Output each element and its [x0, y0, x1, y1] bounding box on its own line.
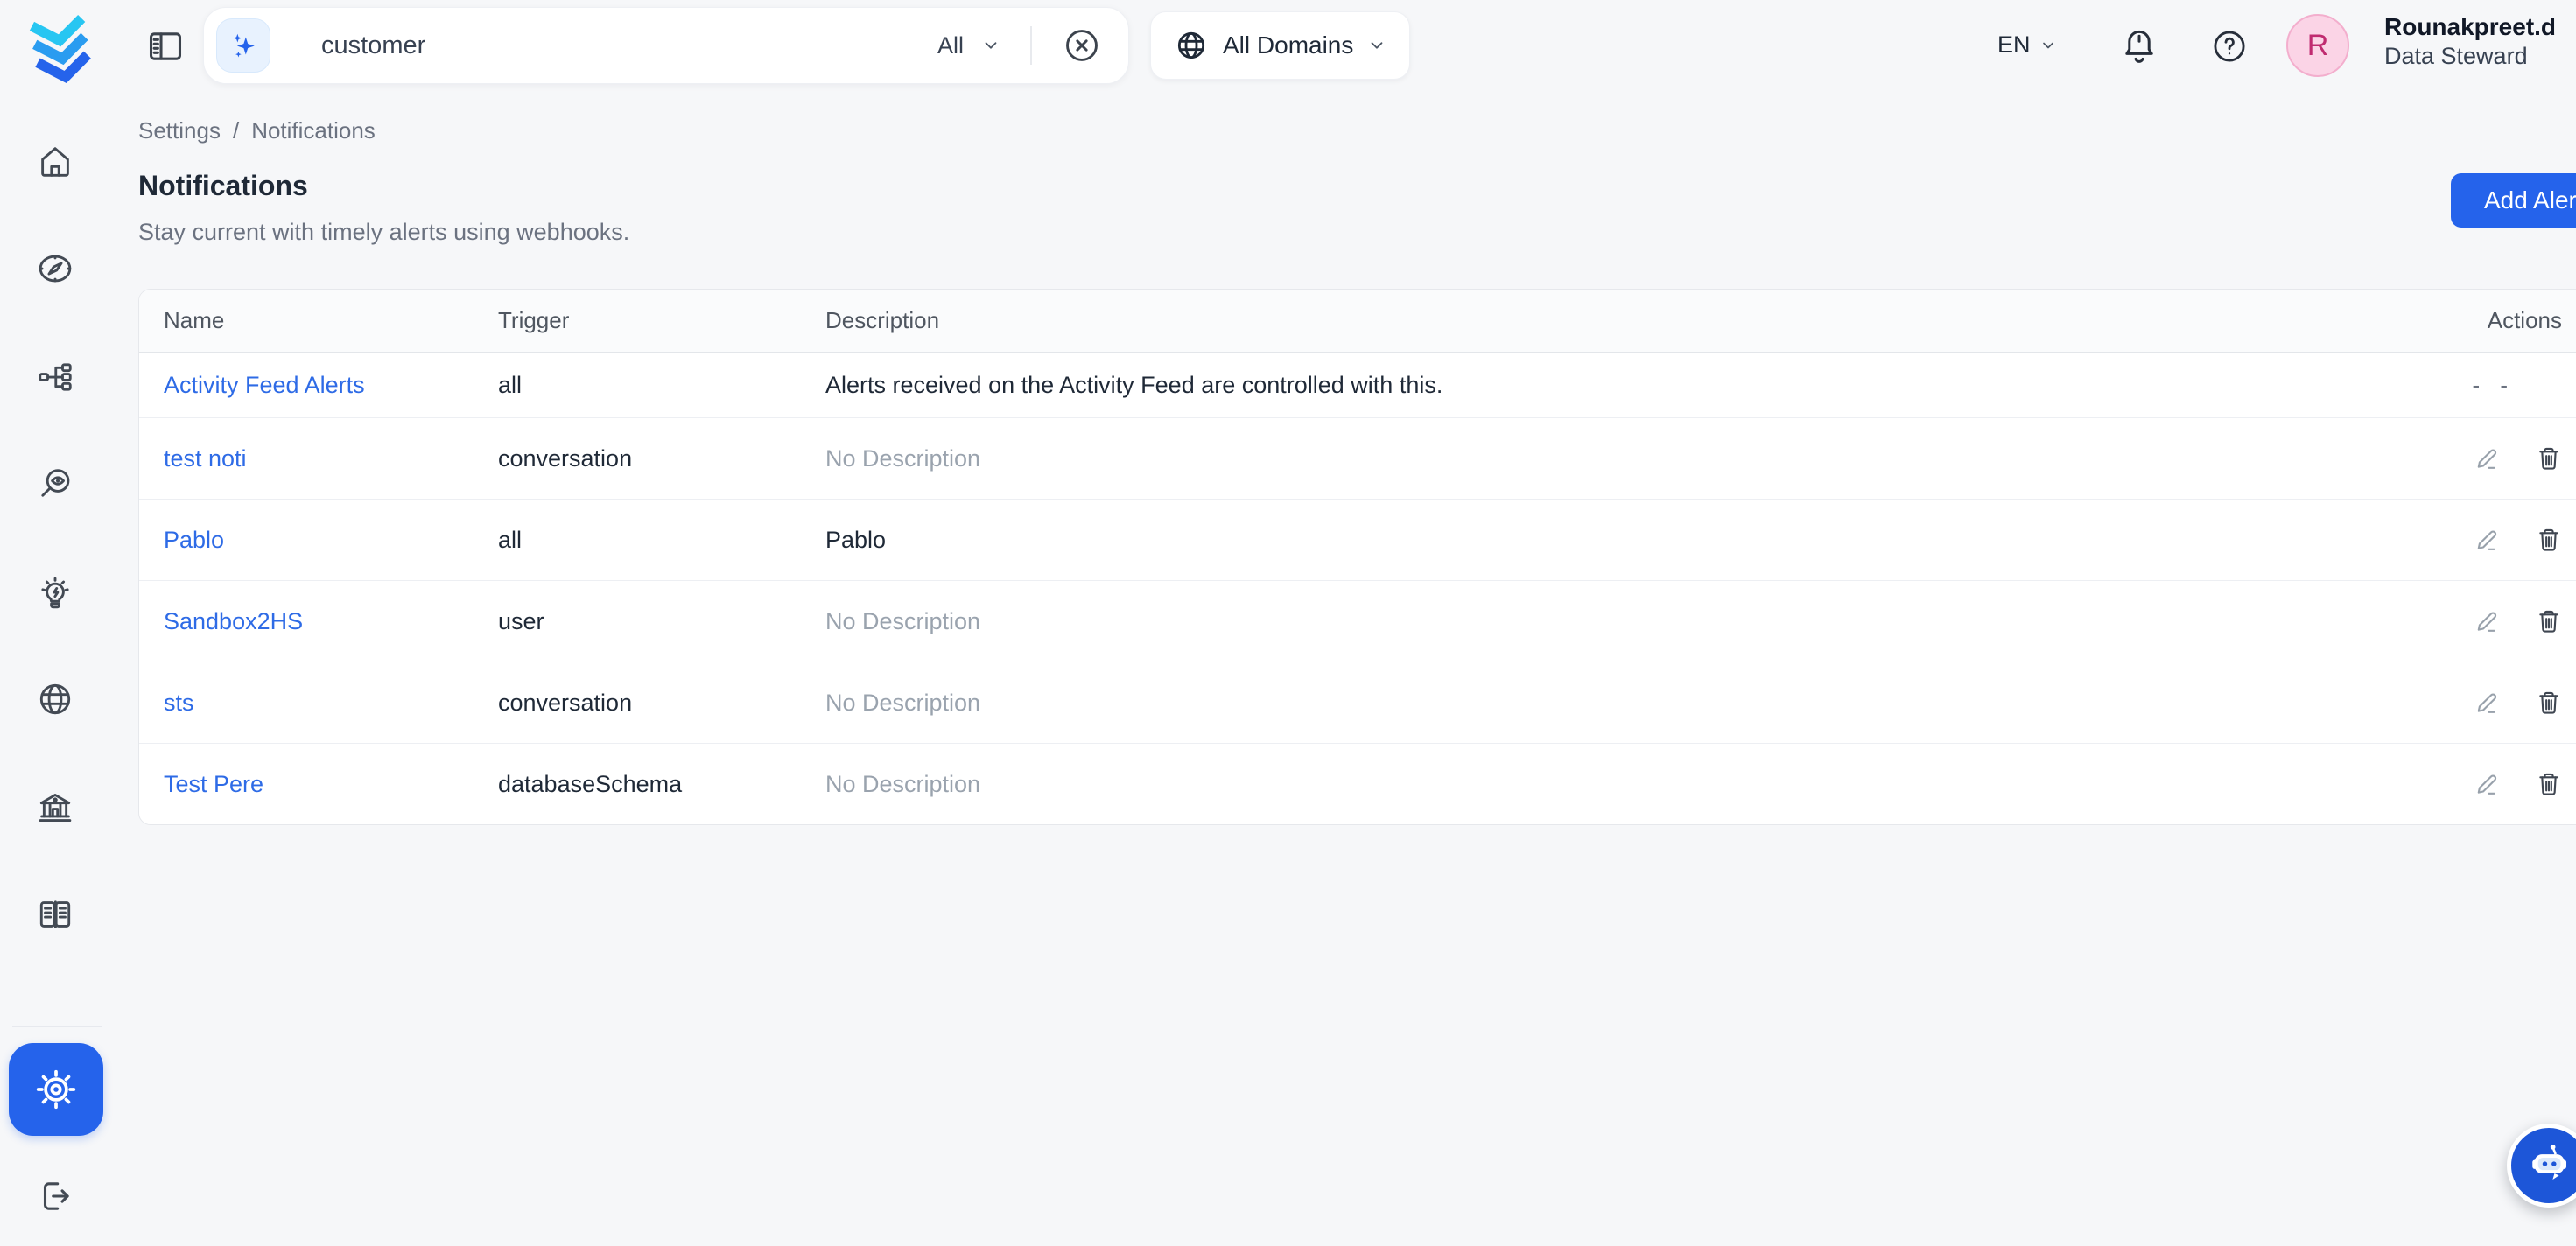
delete-trash-icon[interactable] — [2534, 769, 2564, 799]
alert-description: No Description — [825, 690, 980, 716]
globe-icon[interactable] — [35, 679, 75, 719]
alert-name-link[interactable]: Pablo — [164, 527, 224, 553]
sidebar-item-settings-active[interactable] — [9, 1043, 103, 1136]
table-row: Test Pere databaseSchema No Description — [139, 743, 2576, 824]
globe-icon — [1174, 28, 1209, 63]
add-alert-button[interactable]: Add Alert — [2451, 173, 2576, 228]
ai-sparkles-icon[interactable] — [216, 18, 270, 73]
search-input[interactable] — [321, 32, 937, 60]
delete-trash-icon[interactable] — [2534, 444, 2564, 473]
alert-trigger: all — [498, 527, 522, 553]
alert-description: No Description — [825, 445, 980, 472]
notifications-bell-icon[interactable] — [2118, 24, 2160, 66]
alerts-table-body: Activity Feed Alerts all Alerts received o… — [139, 353, 2576, 824]
edit-pencil-icon[interactable] — [2473, 688, 2502, 718]
chevron-down-icon — [1367, 36, 1386, 55]
table-row: Activity Feed Alerts all Alerts received o… — [139, 353, 2576, 417]
delete-trash-icon[interactable] — [2534, 688, 2564, 718]
gear-icon — [32, 1065, 81, 1114]
search-scope-label[interactable]: All — [937, 32, 964, 60]
chevron-down-icon[interactable] — [981, 36, 1000, 55]
column-header-trigger: Trigger — [474, 307, 801, 334]
table-header: Name Trigger Description Actions — [139, 290, 2576, 353]
avatar-initial: R — [2307, 29, 2329, 63]
page-title: Notifications — [138, 170, 308, 202]
sidebar-divider — [12, 1026, 102, 1027]
compass-icon[interactable] — [35, 248, 75, 289]
alert-name-link[interactable]: Activity Feed Alerts — [164, 372, 365, 398]
alert-trigger: conversation — [498, 690, 632, 716]
alert-description: No Description — [825, 771, 980, 797]
observability-icon[interactable] — [35, 464, 75, 504]
user-info[interactable]: Rounakpreet.d Data Steward — [2384, 11, 2556, 72]
table-row: test noti conversation No Description — [139, 417, 2576, 499]
table-row: Pablo all Pablo — [139, 499, 2576, 580]
alert-trigger: databaseSchema — [498, 771, 682, 797]
edit-pencil-icon[interactable] — [2473, 769, 2502, 799]
delete-trash-icon[interactable] — [2534, 606, 2564, 636]
table-row: Sandbox2HS user No Description — [139, 580, 2576, 662]
column-header-actions: Actions — [2369, 307, 2576, 334]
edit-pencil-icon[interactable] — [2473, 444, 2502, 473]
alerts-table: Name Trigger Description Actions Activit… — [138, 289, 2576, 825]
domains-label: All Domains — [1223, 32, 1353, 60]
alert-description: No Description — [825, 608, 980, 634]
docs-book-icon[interactable] — [35, 894, 75, 934]
table-row: sts conversation No Description — [139, 662, 2576, 743]
alert-trigger: user — [498, 608, 544, 634]
robot-icon — [2522, 1138, 2576, 1193]
clear-search-icon[interactable] — [1062, 25, 1102, 66]
breadcrumb: Settings / Notifications — [138, 117, 376, 144]
app-logo[interactable] — [19, 5, 102, 90]
edit-pencil-icon[interactable] — [2473, 606, 2502, 636]
language-selector[interactable]: EN — [1997, 32, 2057, 59]
breadcrumb-separator: / — [233, 117, 239, 144]
user-name: Rounakpreet.d — [2384, 11, 2556, 42]
no-actions-placeholder: - - — [2472, 372, 2515, 399]
workflow-icon[interactable] — [35, 357, 75, 397]
domains-filter-dropdown[interactable]: All Domains — [1150, 11, 1410, 80]
home-icon[interactable] — [35, 142, 75, 182]
chatbot-button[interactable] — [2507, 1124, 2576, 1208]
logout-icon[interactable] — [35, 1176, 75, 1216]
column-header-description: Description — [801, 307, 2369, 334]
chevron-down-icon — [2039, 37, 2057, 54]
help-icon[interactable] — [2209, 26, 2250, 66]
user-role: Data Steward — [2384, 42, 2556, 72]
alert-name-link[interactable]: Test Pere — [164, 771, 263, 797]
user-avatar[interactable]: R — [2286, 14, 2349, 77]
page-subtitle: Stay current with timely alerts using we… — [138, 219, 629, 246]
alert-description: Alerts received on the Activity Feed are… — [825, 372, 1442, 398]
insights-icon[interactable] — [35, 574, 75, 614]
panel-toggle-icon[interactable] — [145, 26, 186, 66]
delete-trash-icon[interactable] — [2534, 525, 2564, 555]
alert-name-link[interactable]: test noti — [164, 445, 247, 472]
column-header-name: Name — [139, 307, 474, 334]
alert-name-link[interactable]: Sandbox2HS — [164, 608, 303, 634]
alert-name-link[interactable]: sts — [164, 690, 194, 716]
alert-trigger: conversation — [498, 445, 632, 472]
governance-bank-icon[interactable] — [35, 788, 75, 828]
language-label: EN — [1997, 32, 2031, 59]
breadcrumb-settings[interactable]: Settings — [138, 117, 221, 144]
alert-description: Pablo — [825, 527, 886, 553]
edit-pencil-icon[interactable] — [2473, 525, 2502, 555]
breadcrumb-notifications[interactable]: Notifications — [251, 117, 376, 144]
search-divider — [1030, 26, 1032, 65]
global-search-bar[interactable]: All — [203, 7, 1129, 84]
alert-trigger: all — [498, 372, 522, 398]
